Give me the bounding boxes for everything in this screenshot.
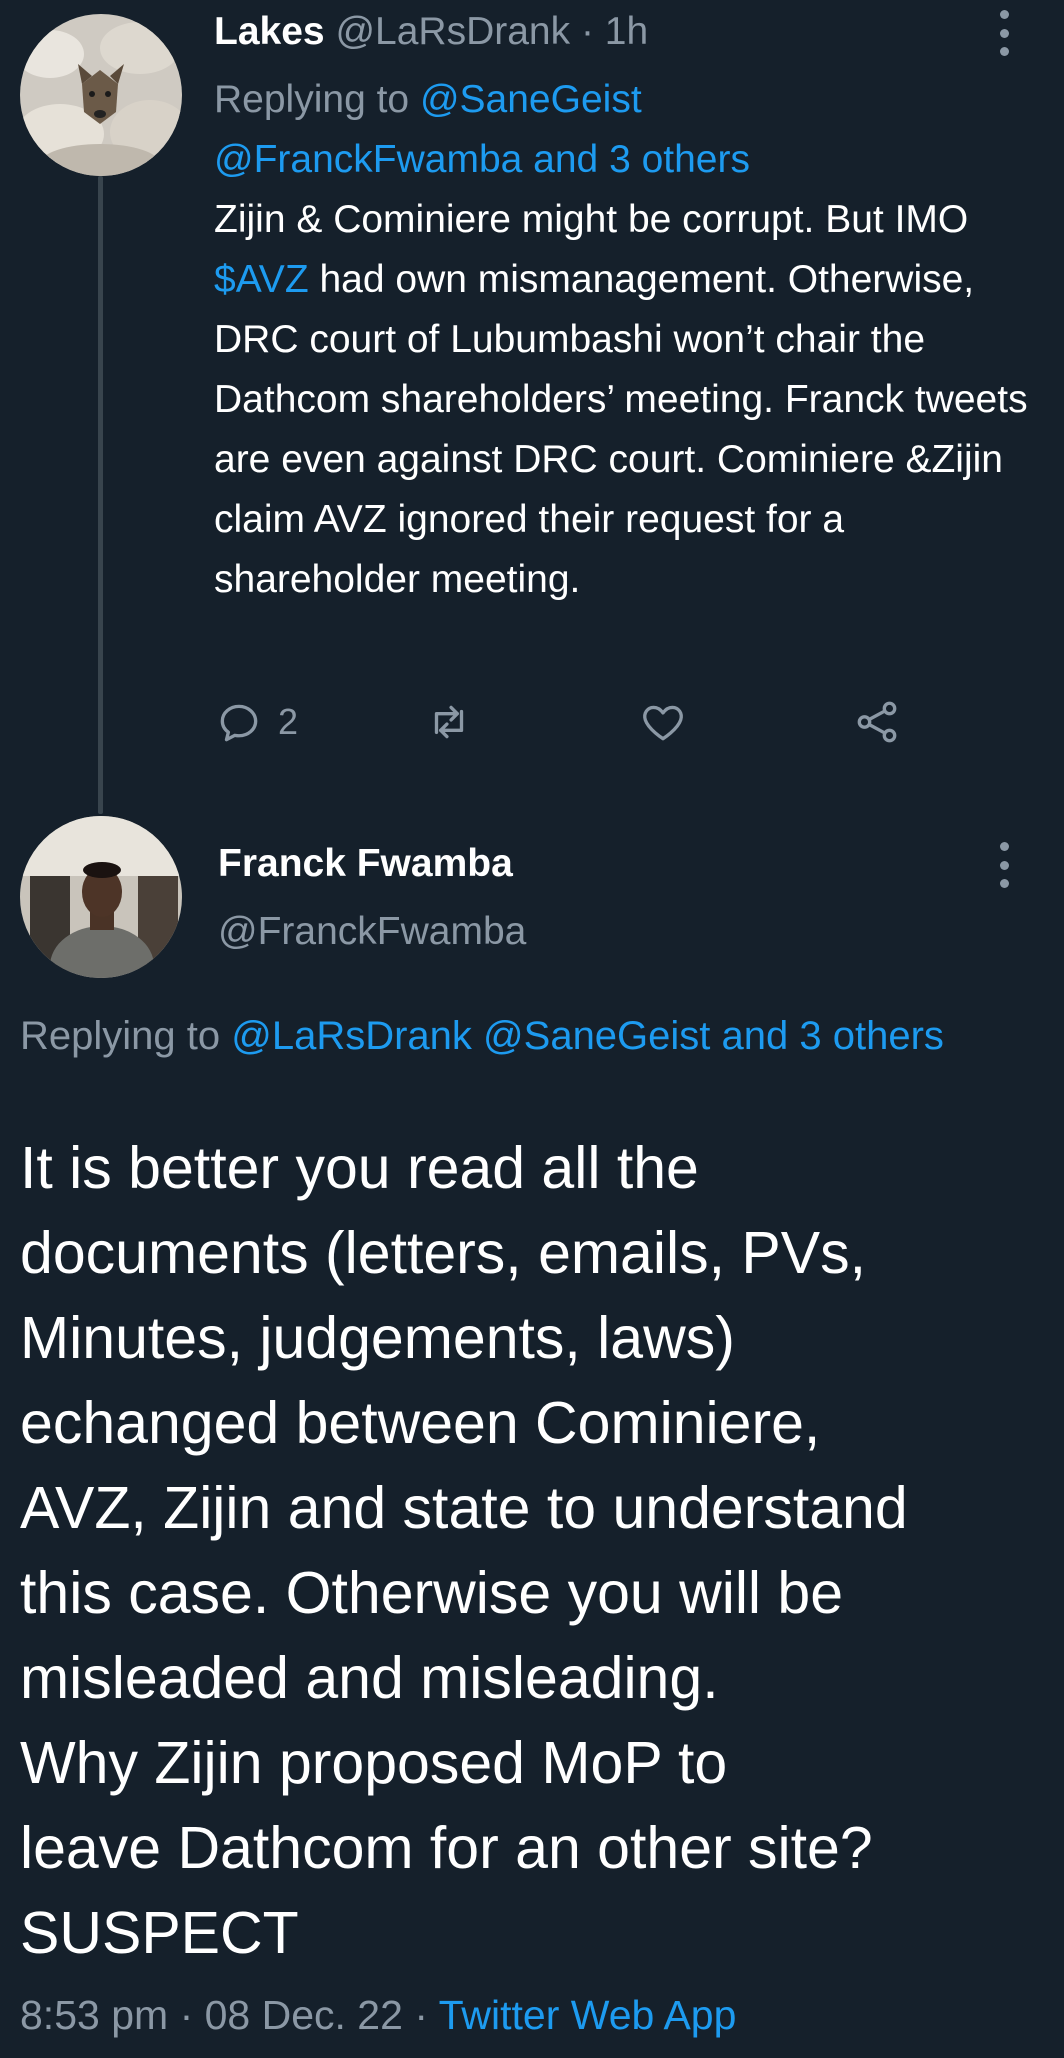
avatar[interactable] — [20, 816, 182, 978]
parent-tweet-header: Lakes @LaRsDrank · 1h — [214, 8, 648, 56]
more-vertical-icon[interactable] — [994, 10, 1014, 56]
retweet-icon — [434, 705, 464, 739]
tweet-text: It is better you read all the documents … — [20, 1126, 1060, 1976]
cashtag-link[interactable]: $AVZ — [214, 258, 309, 301]
reply-button[interactable]: 2 — [214, 692, 298, 752]
parent-tweet[interactable]: Lakes @LaRsDrank · 1h Replying to @SaneG… — [0, 0, 1064, 814]
replying-to-prefix: Replying to — [214, 78, 420, 121]
mention-link[interactable]: @SaneGeist — [420, 78, 642, 121]
separator-dot: · — [580, 10, 605, 53]
like-button[interactable] — [638, 692, 688, 752]
share-button[interactable] — [852, 692, 902, 752]
handle[interactable]: @FranckFwamba — [218, 904, 526, 960]
tweet-text: Zijin & Cominiere might be corrupt. But … — [214, 190, 1044, 610]
reply-count: 2 — [278, 701, 299, 742]
replying-to: Replying to @LaRsDrank @SaneGeist and 3 … — [20, 1006, 1020, 1066]
tweet-text-line: SUSPECT — [20, 1900, 299, 1966]
tweet-text-line: echanged between Cominiere, — [20, 1390, 821, 1456]
replying-to-prefix: Replying to — [20, 1014, 232, 1058]
tweet-text-line: It is better you read all the — [20, 1135, 699, 1201]
replying-to: Replying to @SaneGeist @FranckFwamba and… — [214, 70, 1014, 190]
tweet-text-line: misleaded and misleading. — [20, 1645, 719, 1711]
tweet-source-link[interactable]: Twitter Web App — [439, 1992, 737, 2038]
tweet-text-part: Zijin & Cominiere might be corrupt. But … — [214, 198, 969, 241]
tweet-time[interactable]: 8:53 pm — [20, 1992, 168, 2038]
franck-avatar-image — [20, 816, 182, 978]
retweet-button[interactable] — [424, 692, 474, 752]
tweet-text-line: Minutes, judgements, laws) — [20, 1305, 735, 1371]
lakes-avatar-image — [20, 14, 182, 176]
tweet-text-line: documents (letters, emails, PVs, — [20, 1220, 866, 1286]
tweet-date[interactable]: 08 Dec. 22 — [205, 1992, 403, 2038]
display-name[interactable]: Lakes — [214, 10, 325, 53]
timestamp[interactable]: 1h — [605, 10, 648, 53]
tweet-text-line: Why Zijin proposed MoP to — [20, 1730, 728, 1796]
more-vertical-icon[interactable] — [994, 842, 1014, 888]
share-icon — [857, 701, 897, 743]
handle[interactable]: @LaRsDrank — [335, 10, 570, 53]
separator-dot: · — [179, 1992, 205, 2038]
tweet-meta: 8:53 pm · 08 Dec. 22 · Twitter Web App — [20, 1985, 736, 2045]
separator-dot: · — [414, 1992, 439, 2038]
avatar[interactable] — [20, 14, 182, 176]
tweet-text-line: AVZ, Zijin and state to understand — [20, 1475, 908, 1541]
thread-connector-line — [98, 176, 103, 814]
tweet-text-line: this case. Otherwise you will be — [20, 1560, 844, 1626]
heart-icon — [643, 705, 683, 741]
tweet-actions: 2 — [214, 692, 914, 752]
mention-link-others[interactable]: @FranckFwamba and 3 others — [214, 138, 750, 181]
reply-icon — [220, 704, 258, 742]
tweet-text-line: leave Dathcom for an other site? — [20, 1815, 873, 1881]
display-name[interactable]: Franck Fwamba — [218, 836, 513, 892]
tweet-text-part: had own mismanagement. Otherwise, DRC co… — [214, 258, 1028, 601]
mention-link[interactable]: @LaRsDrank @SaneGeist and 3 others — [231, 1014, 944, 1058]
